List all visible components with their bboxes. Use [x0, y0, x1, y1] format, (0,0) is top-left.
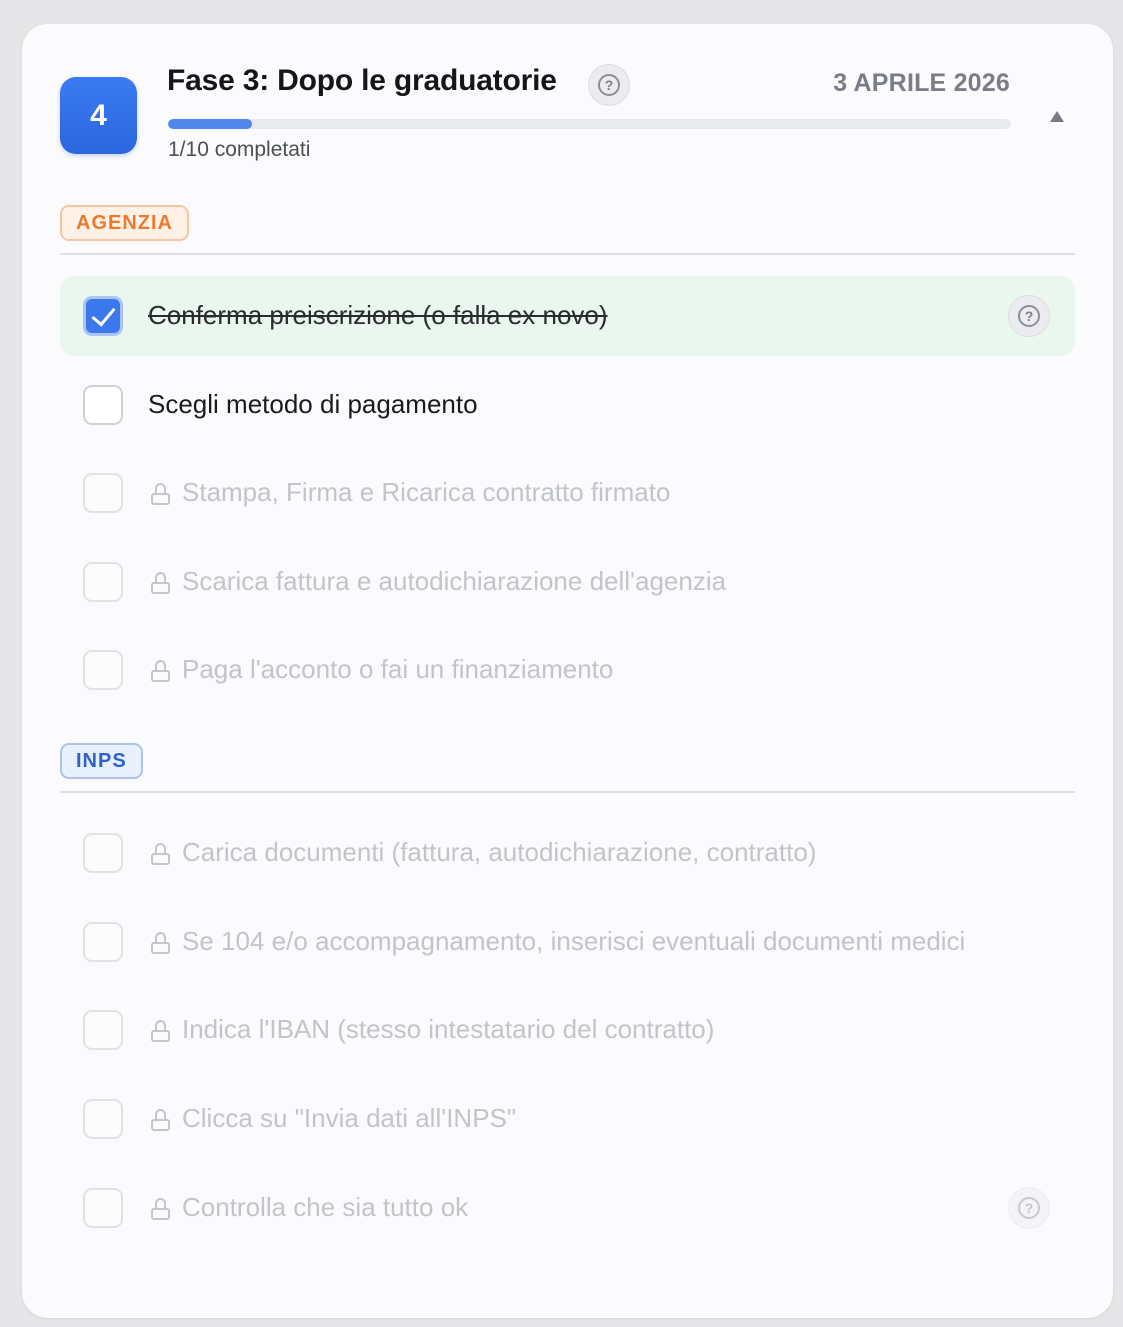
- task-item-invia-dati: Clicca su "Invia dati all'INPS": [60, 1079, 1075, 1159]
- task-item-iban: Indica l'IBAN (stesso intestatario del c…: [60, 990, 1075, 1070]
- phase-help-button[interactable]: ?: [588, 64, 630, 106]
- phase-title: Fase 3: Dopo le graduatorie: [167, 64, 557, 97]
- lock-icon: [151, 1020, 170, 1042]
- section-tag-inps: INPS: [60, 743, 143, 779]
- task-item-documenti-medici: Se 104 e/o accompagnamento, inserisci ev…: [60, 902, 1075, 982]
- lock-icon: [151, 660, 170, 682]
- task-label: Scegli metodo di pagamento: [148, 389, 478, 419]
- task-label: Clicca su "Invia dati all'INPS": [182, 1103, 517, 1133]
- task-item-paga-acconto: Paga l'acconto o fai un finanziamento: [60, 630, 1075, 710]
- task-label: Carica documenti (fattura, autodichiaraz…: [182, 837, 817, 867]
- phase-number-badge: 4: [60, 77, 137, 154]
- phase-card: 4 Fase 3: Dopo le graduatorie ? 3 APRILE…: [22, 24, 1113, 1318]
- task-label: Conferma preiscrizione (o falla ex novo): [148, 300, 608, 330]
- task-label: Indica l'IBAN (stesso intestatario del c…: [182, 1014, 715, 1044]
- task-checkbox: [83, 650, 123, 690]
- question-circle-icon: ?: [1018, 305, 1040, 327]
- task-help-button[interactable]: ?: [1008, 295, 1050, 337]
- task-item-controlla: Controlla che sia tutto ok ?: [60, 1168, 1075, 1248]
- section-divider: [60, 791, 1075, 793]
- section-divider: [60, 253, 1075, 255]
- question-circle-icon: ?: [598, 74, 620, 96]
- task-checkbox: [83, 1010, 123, 1050]
- task-checkbox: [83, 562, 123, 602]
- lock-icon: [151, 1198, 170, 1220]
- progress-text: 1/10 completati: [168, 138, 311, 161]
- task-label: Se 104 e/o accompagnamento, inserisci ev…: [182, 926, 966, 956]
- phase-date: 3 APRILE 2026: [833, 69, 1010, 97]
- task-checkbox: [83, 1188, 123, 1228]
- section-tag-agenzia: AGENZIA: [60, 205, 189, 241]
- task-label: Scarica fattura e autodichiarazione dell…: [182, 566, 727, 596]
- task-checkbox: [83, 833, 123, 873]
- task-label: Paga l'acconto o fai un finanziamento: [182, 654, 614, 684]
- lock-icon: [151, 1109, 170, 1131]
- task-checkbox[interactable]: [83, 385, 123, 425]
- lock-icon: [151, 932, 170, 954]
- task-checkbox: [83, 473, 123, 513]
- task-item-stampa-contratto: Stampa, Firma e Ricarica contratto firma…: [60, 453, 1075, 533]
- task-label: Controlla che sia tutto ok: [182, 1192, 469, 1222]
- task-item-conferma-preiscrizione[interactable]: Conferma preiscrizione (o falla ex novo)…: [60, 276, 1075, 356]
- task-item-carica-documenti: Carica documenti (fattura, autodichiaraz…: [60, 813, 1075, 893]
- lock-icon: [151, 572, 170, 594]
- progress-bar-fill: [168, 119, 253, 129]
- task-label: Stampa, Firma e Ricarica contratto firma…: [182, 477, 671, 507]
- progress-bar: [168, 119, 1011, 129]
- check-icon: [90, 300, 116, 327]
- task-checkbox[interactable]: [83, 296, 123, 336]
- task-checkbox: [83, 1099, 123, 1139]
- question-circle-icon: ?: [1018, 1197, 1040, 1219]
- task-item-scarica-fattura: Scarica fattura e autodichiarazione dell…: [60, 542, 1075, 622]
- task-checkbox: [83, 922, 123, 962]
- task-help-button[interactable]: ?: [1008, 1187, 1050, 1229]
- chevron-up-icon[interactable]: [1050, 111, 1064, 122]
- task-item-metodo-pagamento[interactable]: Scegli metodo di pagamento: [60, 365, 1075, 445]
- lock-icon: [151, 483, 170, 505]
- lock-icon: [151, 843, 170, 865]
